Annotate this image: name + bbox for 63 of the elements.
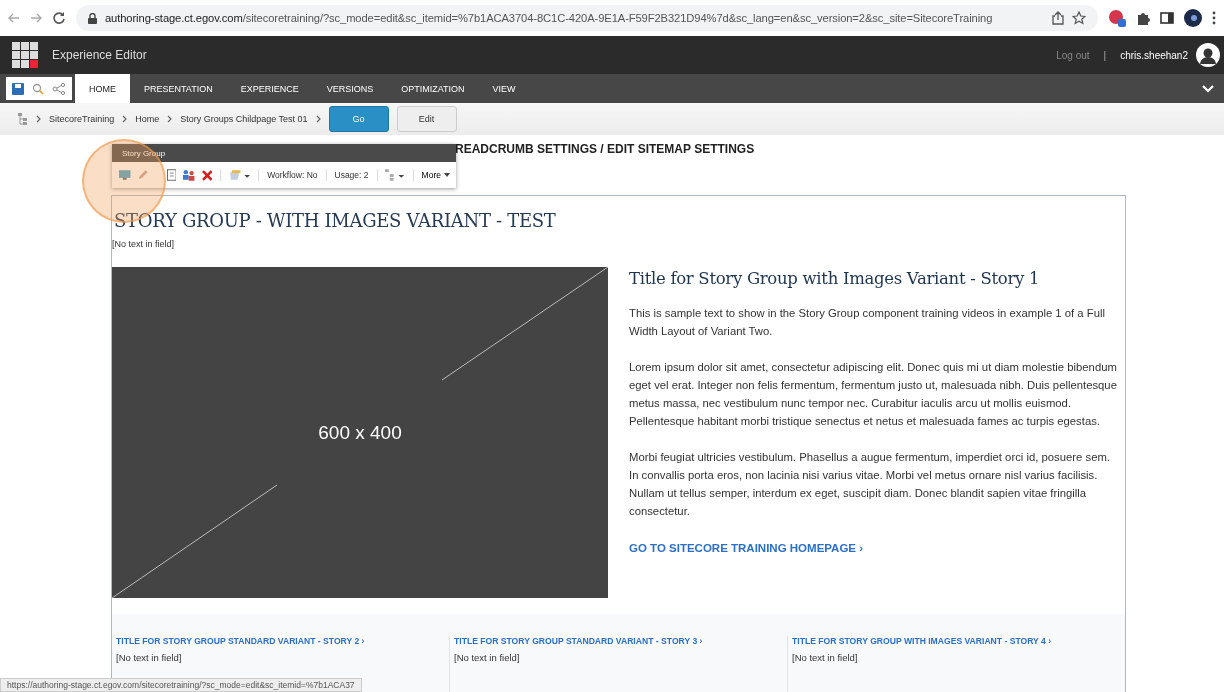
sidebar-icon[interactable] xyxy=(1160,11,1174,25)
workflow-label: Workflow: No xyxy=(267,170,318,180)
ribbon-tab[interactable]: PRESENTATION xyxy=(130,74,227,103)
image-placeholder[interactable]: 600 x 400 xyxy=(112,267,608,598)
profile-avatar[interactable] xyxy=(1184,9,1202,27)
user-avatar[interactable] xyxy=(1196,43,1220,67)
share-icon[interactable] xyxy=(1052,11,1064,25)
story-paragraph: Lorem ipsum dolor sit amet, consectetur adipiscing elit. Donec quis mi ut diam molestie bibendum eget vel erat. Integer non felis fermentum, fermentum justo ut, malesuada nibh. Duis pellentesque metus massa, nec vestibulum nunc tempor nec. Curabitur iaculis arcu ut mollis euismod. Pellentesque habitant morbi tristique senectus et netus et malesuada fames ac turpis egestas. xyxy=(629,360,1118,429)
document-icon[interactable] xyxy=(166,169,177,181)
star-icon[interactable] xyxy=(1072,11,1086,25)
breadcrumb-item[interactable]: SitecoreTraining xyxy=(49,114,115,124)
status-tooltip: https://authoring-stage.ct.egov.com/sitecoretraining/?sc_mode=edit&sc_itemid=%7b1ACA37 xyxy=(0,678,362,692)
people-icon[interactable] xyxy=(182,169,196,181)
user-name: chris.sheehan2 xyxy=(1120,49,1188,61)
empty-field[interactable]: [No text in field] xyxy=(792,652,858,663)
component-title[interactable]: STORY GROUP - WITH IMAGES VARIANT - TEST xyxy=(114,210,1125,231)
story-paragraph: This is sample text to show in the Story Group component training videos in example 1 of a Full Width Layout of Variant Two. xyxy=(629,306,1106,339)
empty-field[interactable]: [No text in field] xyxy=(112,239,1125,249)
extension-icon[interactable] xyxy=(1108,9,1126,27)
puzzle-icon[interactable] xyxy=(1136,11,1150,25)
lock-icon xyxy=(88,12,97,24)
address-bar[interactable]: authoring-stage.ct.egov.com/sitecoretraining/?sc_mode=edit&sc_itemid=%7b1ACA3704-8C1C-420A-9E1A-F59F2B321D94%7d&sc_lang=en&sc_version=2&sc_site=SitecoreTraining xyxy=(76,5,1098,31)
chevron-down-icon[interactable] xyxy=(1202,84,1214,93)
paint-dropdown-icon[interactable] xyxy=(229,169,251,181)
homepage-link[interactable]: GO TO SITECORE TRAINING HOMEPAGE › xyxy=(629,542,864,554)
chevron-icon xyxy=(315,115,321,123)
ribbon-tab[interactable]: EXPERIENCE xyxy=(226,74,313,103)
app-grid-icon[interactable] xyxy=(12,42,38,68)
story-link[interactable]: TITLE FOR STORY GROUP STANDARD VARIANT - STORY 2 › xyxy=(116,636,445,646)
empty-field[interactable]: [No text in field] xyxy=(116,652,182,663)
share-nodes-icon[interactable] xyxy=(52,82,66,95)
chevron-icon xyxy=(36,115,41,123)
tree-icon[interactable] xyxy=(18,113,28,125)
tree-dropdown-icon[interactable] xyxy=(385,169,405,181)
ribbon-tab[interactable]: OPTIMIZATION xyxy=(387,74,479,103)
caret-icon xyxy=(443,173,450,177)
chevron-icon xyxy=(122,115,128,123)
toolbar-title: Story Group xyxy=(122,148,166,158)
chevron-icon xyxy=(167,115,173,123)
ribbon-tab[interactable]: HOME xyxy=(75,74,130,103)
image-size-label: 600 x 400 xyxy=(318,421,402,444)
separator: | xyxy=(1103,49,1107,61)
edit-button[interactable]: Edit xyxy=(396,106,457,132)
story-paragraph: Morbi feugiat ultricies vestibulum. Phasellus a augue fermentum, imperdiet orci id, posuere sem. In convallis porta eros, non lacinia nisi varius vitae. Morbi vel metus ornare nisl varius facilisis. Nullam ut tellus semper, interdum ex eget, suscipit diam. Donec blandit sapien vitae fringilla consectetur. xyxy=(629,450,1111,519)
more-button[interactable]: More xyxy=(421,170,450,180)
ribbon-tab[interactable]: VERSIONS xyxy=(312,74,388,103)
story-link[interactable]: TITLE FOR STORY GROUP WITH IMAGES VARIANT - STORY 4 › xyxy=(792,636,1121,646)
app-title: Experience Editor xyxy=(52,48,147,62)
page-heading: READCRUMB SETTINGS / EDIT SITEMAP SETTINGS xyxy=(455,142,755,156)
ribbon-tab[interactable]: VIEW xyxy=(478,74,530,103)
reload-icon[interactable] xyxy=(52,11,66,25)
usage-label[interactable]: Usage: 2 xyxy=(334,170,369,180)
story-title[interactable]: Title for Story Group with Images Variant - Story 1 xyxy=(629,269,1119,288)
delete-icon[interactable] xyxy=(201,169,213,181)
save-icon[interactable] xyxy=(12,82,24,95)
menu-icon[interactable] xyxy=(1212,11,1216,25)
go-button[interactable]: Go xyxy=(328,106,389,132)
breadcrumb-item[interactable]: Home xyxy=(135,114,160,124)
search-icon[interactable] xyxy=(32,82,44,95)
empty-field[interactable]: [No text in field] xyxy=(454,652,520,663)
breadcrumb-item[interactable]: Story Groups Childpage Test 01 xyxy=(180,114,308,124)
logout-link[interactable]: Log out xyxy=(1056,49,1090,61)
story-link[interactable]: TITLE FOR STORY GROUP STANDARD VARIANT - STORY 3 › xyxy=(454,636,783,646)
